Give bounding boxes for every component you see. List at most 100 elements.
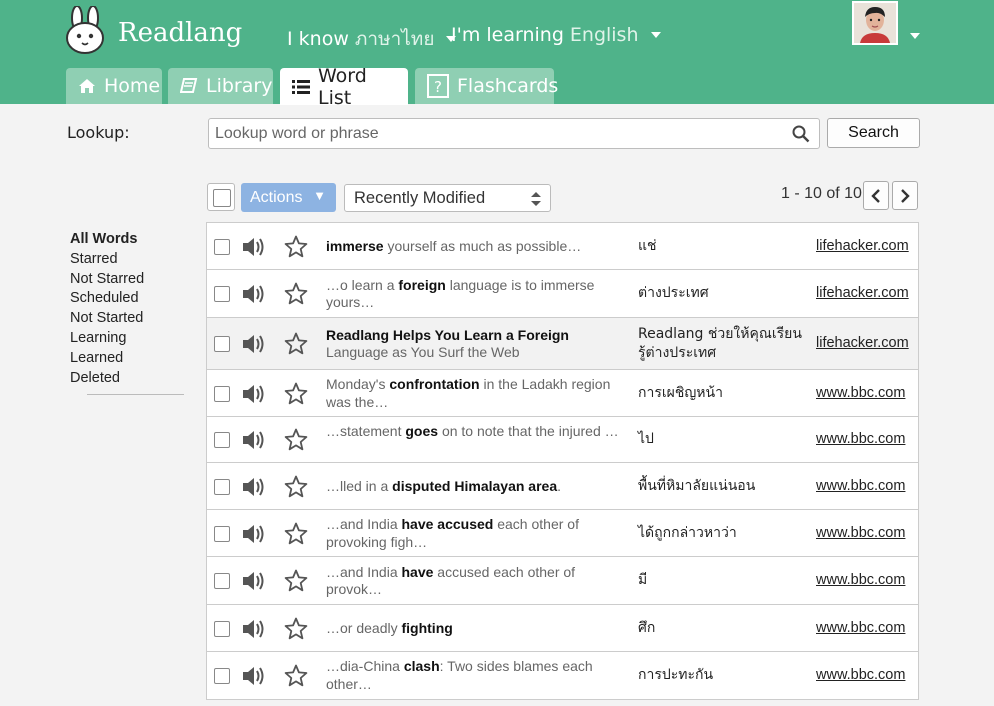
sidebar-item-deleted[interactable]: Deleted xyxy=(70,369,184,389)
source-link[interactable]: www.bbc.com xyxy=(816,667,905,683)
star-icon[interactable] xyxy=(284,475,308,502)
tab-home[interactable]: Home xyxy=(66,68,162,104)
select-all-checkbox[interactable] xyxy=(207,183,235,211)
next-page-button[interactable] xyxy=(892,181,918,210)
learning-language-menu[interactable]: I'm learning English xyxy=(451,24,661,46)
speaker-icon[interactable] xyxy=(242,570,266,596)
row-checkbox[interactable] xyxy=(214,667,230,684)
speaker-icon[interactable] xyxy=(242,429,266,455)
row-checkbox[interactable] xyxy=(214,238,230,255)
source-link[interactable]: www.bbc.com xyxy=(816,620,905,636)
avatar-chevron-down-icon[interactable] xyxy=(910,33,920,39)
context-phrase[interactable]: immerse yourself as much as possible… xyxy=(326,238,621,256)
star-icon[interactable] xyxy=(284,569,308,596)
context-phrase[interactable]: Readlang Helps You Learn a Foreign Langu… xyxy=(326,327,621,362)
known-language-menu[interactable]: I know ภาษาไทย xyxy=(287,24,457,54)
sidebar-item-all-words[interactable]: All Words xyxy=(70,230,184,250)
source-link[interactable]: lifehacker.com xyxy=(816,238,909,254)
phrase-before: …and India xyxy=(326,516,402,532)
row-checkbox[interactable] xyxy=(214,385,230,402)
brand-name[interactable]: Readlang xyxy=(118,18,242,48)
context-phrase[interactable]: …and India have accused each other of pr… xyxy=(326,564,621,599)
star-icon[interactable] xyxy=(284,382,308,409)
speaker-icon[interactable] xyxy=(242,283,266,309)
sidebar-item-starred[interactable]: Starred xyxy=(70,250,184,270)
sidebar-item-not-starred[interactable]: Not Starred xyxy=(70,270,184,290)
context-phrase[interactable]: Monday's confrontation in the Ladakh reg… xyxy=(326,376,621,411)
source-link[interactable]: www.bbc.com xyxy=(816,385,905,401)
avatar[interactable] xyxy=(852,1,898,45)
tab-library[interactable]: Library xyxy=(168,68,273,104)
lookup-input[interactable] xyxy=(208,118,820,149)
source-link[interactable]: lifehacker.com xyxy=(816,335,909,351)
speaker-icon[interactable] xyxy=(242,383,266,409)
translation[interactable]: ไป xyxy=(638,430,806,449)
search-button[interactable]: Search xyxy=(827,118,920,148)
table-row[interactable]: Readlang Helps You Learn a Foreign Langu… xyxy=(207,318,918,370)
actions-dropdown-button[interactable]: Actions ▼ xyxy=(241,183,336,212)
translation[interactable]: พื้นที่หิมาลัยแน่นอน xyxy=(638,477,806,496)
star-icon[interactable] xyxy=(284,428,308,455)
context-phrase[interactable]: …lled in a disputed Himalayan area. xyxy=(326,478,621,496)
row-checkbox[interactable] xyxy=(214,525,230,542)
speaker-icon[interactable] xyxy=(242,476,266,502)
sidebar-item-learning[interactable]: Learning xyxy=(70,329,184,349)
context-phrase[interactable]: …o learn a foreign language is to immers… xyxy=(326,277,621,312)
speaker-icon[interactable] xyxy=(242,665,266,691)
translation[interactable]: การเผชิญหน้า xyxy=(638,384,806,403)
star-icon[interactable] xyxy=(284,332,308,359)
translation[interactable]: ต่างประเทศ xyxy=(638,284,806,303)
table-row[interactable]: …and India have accused each other of pr… xyxy=(207,557,918,605)
tab-word-list[interactable]: Word List xyxy=(280,65,408,109)
row-checkbox[interactable] xyxy=(214,478,230,495)
translation[interactable]: ศึก xyxy=(638,619,806,638)
source-link[interactable]: www.bbc.com xyxy=(816,478,905,494)
context-phrase[interactable]: …dia-China clash: Two sides blames each … xyxy=(326,658,621,693)
table-row[interactable]: …o learn a foreign language is to immers… xyxy=(207,270,918,318)
table-row[interactable]: …dia-China clash: Two sides blames each … xyxy=(207,652,918,699)
phrase-after: Language as You Surf the Web xyxy=(326,344,520,360)
row-checkbox[interactable] xyxy=(214,432,230,448)
source-link[interactable]: www.bbc.com xyxy=(816,525,905,541)
translation[interactable]: แช่ xyxy=(638,237,806,256)
phrase-before: …o learn a xyxy=(326,276,399,293)
row-checkbox[interactable] xyxy=(214,336,230,352)
row-checkbox[interactable] xyxy=(214,286,230,302)
speaker-icon[interactable] xyxy=(242,333,266,359)
star-icon[interactable] xyxy=(284,617,308,644)
speaker-icon[interactable] xyxy=(242,618,266,644)
search-icon[interactable] xyxy=(792,125,810,143)
table-row[interactable]: …and India have accused each other of pr… xyxy=(207,510,918,557)
translation[interactable]: การปะทะกัน xyxy=(638,666,806,685)
bunny-logo-icon[interactable] xyxy=(64,6,106,54)
star-icon[interactable] xyxy=(284,282,308,309)
previous-page-button[interactable] xyxy=(863,181,889,210)
context-phrase[interactable]: …or deadly fighting xyxy=(326,620,621,638)
table-row[interactable]: immerse yourself as much as possible… แช่… xyxy=(207,223,918,270)
source-link[interactable]: lifehacker.com xyxy=(816,285,909,301)
sidebar-item-scheduled[interactable]: Scheduled xyxy=(70,289,184,309)
sort-select[interactable]: Recently Modified xyxy=(344,184,551,212)
table-row[interactable]: Monday's confrontation in the Ladakh reg… xyxy=(207,370,918,417)
source-link[interactable]: www.bbc.com xyxy=(816,431,905,447)
table-row[interactable]: …statement goes on to note that the inju… xyxy=(207,417,918,463)
sidebar-item-learned[interactable]: Learned xyxy=(70,349,184,369)
star-icon[interactable] xyxy=(284,235,308,262)
phrase-word: immerse xyxy=(326,237,384,254)
table-row[interactable]: …or deadly fighting ศึก www.bbc.com xyxy=(207,605,918,652)
source-link[interactable]: www.bbc.com xyxy=(816,572,905,588)
table-row[interactable]: …lled in a disputed Himalayan area. พื้นท… xyxy=(207,463,918,510)
row-checkbox[interactable] xyxy=(214,573,230,589)
tab-flashcards[interactable]: ? Flashcards xyxy=(415,68,558,104)
context-phrase[interactable]: …and India have accused each other of pr… xyxy=(326,516,621,551)
star-icon[interactable] xyxy=(284,522,308,549)
sidebar-item-not-started[interactable]: Not Started xyxy=(70,309,184,329)
context-phrase[interactable]: …statement goes on to note that the inju… xyxy=(326,423,621,441)
translation[interactable]: มี xyxy=(638,571,806,590)
row-checkbox[interactable] xyxy=(214,620,230,637)
speaker-icon[interactable] xyxy=(242,523,266,549)
speaker-icon[interactable] xyxy=(242,236,266,262)
star-icon[interactable] xyxy=(284,664,308,691)
translation[interactable]: ได้ถูกกล่าวหาว่า xyxy=(638,524,806,543)
translation[interactable]: Readlang ช่วยให้คุณเรียนรู้ต่างประเทศ xyxy=(638,325,806,363)
